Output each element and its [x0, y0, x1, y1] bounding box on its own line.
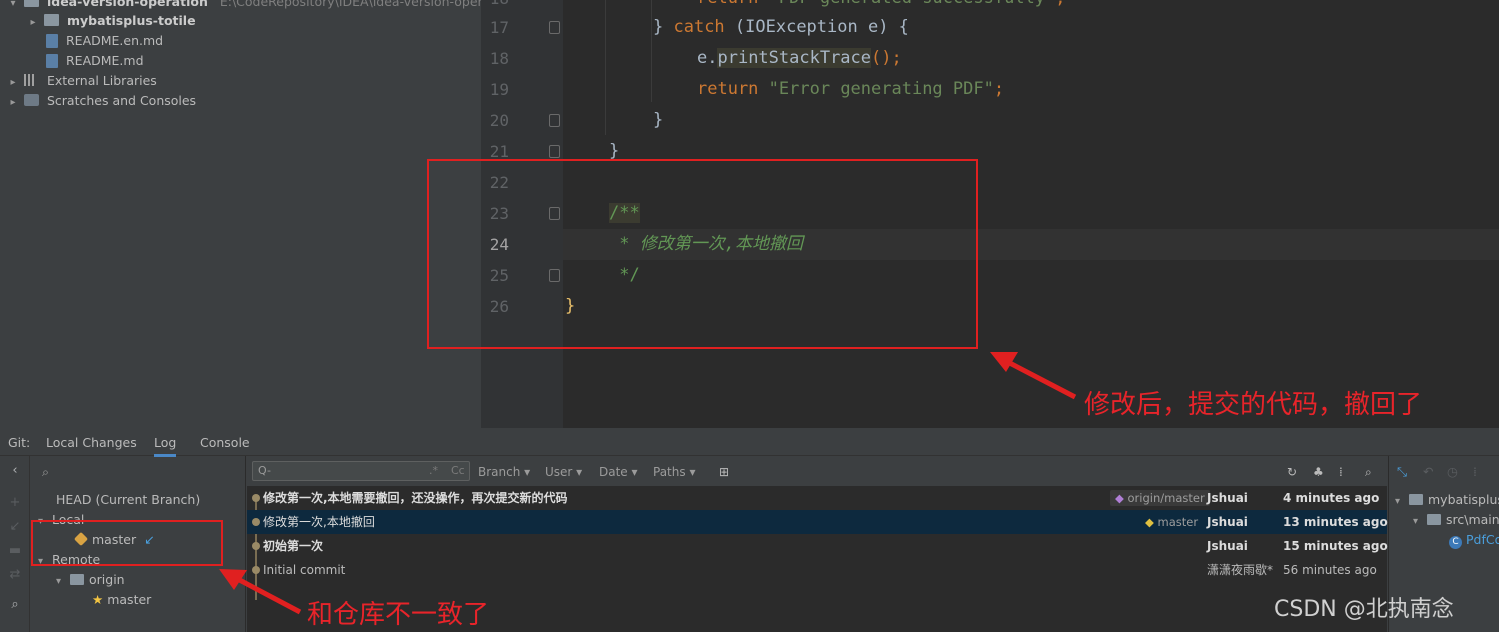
annotation-arrows [219, 352, 1077, 615]
annotation-code-note: 修改后，提交的代码，撤回了 [1084, 390, 1423, 420]
annotation-branch-note: 和仓库不一致了 [307, 600, 490, 630]
watermark: CSDN @北执南念 [1274, 597, 1454, 622]
